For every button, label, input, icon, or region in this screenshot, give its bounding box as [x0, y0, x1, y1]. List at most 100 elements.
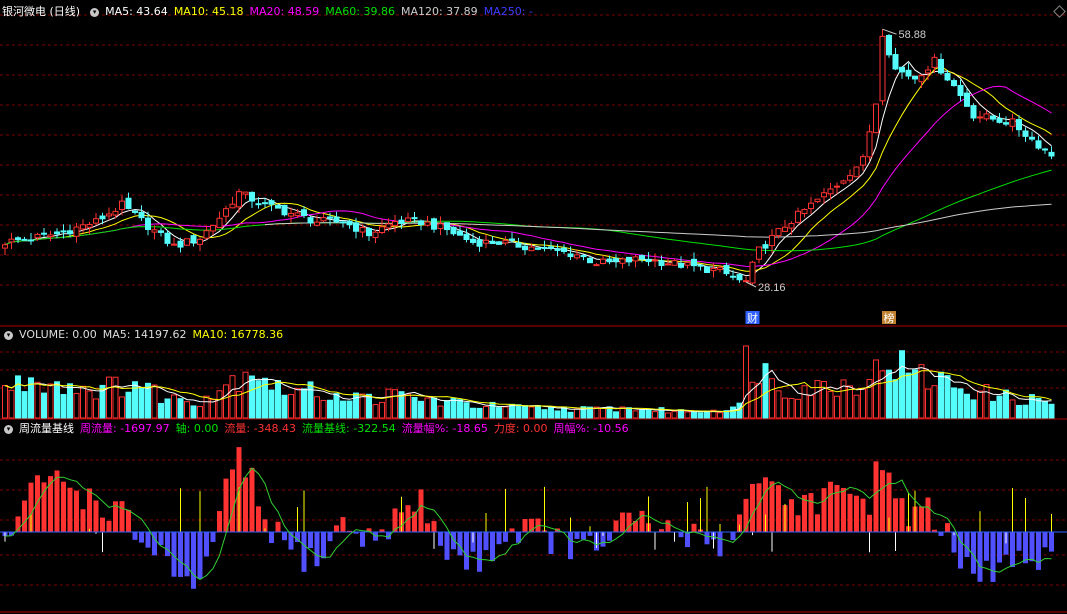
candle-body: [28, 239, 34, 242]
candle-body: [613, 258, 619, 262]
candle-body: [372, 231, 379, 239]
candle-body: [730, 275, 736, 278]
volume-bar: [41, 392, 47, 419]
volume-bar: [496, 407, 502, 419]
candle-body: [171, 243, 177, 246]
flow-bar: [678, 532, 684, 538]
candle-body: [860, 156, 866, 166]
indicator-title[interactable]: 周流量基线: [19, 422, 74, 435]
candle-body: [671, 260, 678, 266]
flow-bar: [490, 532, 495, 562]
flow-bar: [1016, 532, 1022, 551]
flow-bar: [750, 483, 755, 532]
ma20-line: [4, 85, 1052, 268]
candle-body: [645, 258, 652, 263]
flow-bar: [464, 532, 469, 570]
candle-body: [762, 244, 769, 249]
flow-bar: [269, 532, 274, 543]
volume-bar: [372, 404, 379, 419]
volume-bar: [314, 396, 320, 419]
dropdown-icon[interactable]: ▾: [90, 7, 100, 17]
candle-body: [366, 227, 372, 237]
candle-body: [158, 230, 164, 233]
flow-bar: [100, 517, 105, 532]
flow-bar: [522, 519, 528, 532]
candle-body: [840, 180, 847, 184]
flow-bar: [54, 470, 60, 532]
candle-body: [353, 222, 359, 232]
volume-bar: [288, 393, 294, 419]
flow-bar: [139, 532, 144, 543]
flow-bar: [691, 523, 697, 532]
candle-body: [1009, 118, 1016, 127]
volume-bar: [93, 398, 99, 419]
volume-bar: [912, 369, 918, 419]
volume-bar: [431, 397, 437, 419]
flow-bar: [61, 481, 66, 532]
volume-bar: [151, 384, 158, 419]
flow-bar: [795, 515, 801, 532]
flow-bar: [509, 528, 515, 532]
candle-body: [359, 226, 366, 233]
candle-body: [808, 202, 814, 210]
flow-bar: [418, 489, 424, 532]
stock-title[interactable]: 银河微电 (日线): [2, 5, 80, 18]
volume-bar: [1003, 389, 1009, 419]
candle-body: [411, 217, 418, 220]
flow-bar: [191, 532, 196, 589]
chart-canvas[interactable]: 58.88 28.16 财 榜: [0, 0, 1067, 614]
candle-body: [554, 248, 561, 251]
volume-bar: [535, 405, 541, 419]
candle-body: [528, 246, 535, 252]
candle-body: [814, 198, 821, 203]
candle-body: [879, 35, 886, 102]
flow-bar: [425, 523, 430, 532]
volume-bar: [249, 375, 255, 419]
candle-body: [918, 75, 925, 83]
volume-bar: [346, 400, 353, 419]
volume-bar: [502, 406, 509, 419]
volume-bar: [645, 408, 652, 419]
volume-bar: [853, 394, 860, 419]
flow-bar: [997, 532, 1002, 563]
candle-body: [691, 258, 697, 267]
volume-bar: [873, 359, 879, 419]
flow-bar: [275, 521, 281, 532]
flow-bar: [1036, 532, 1041, 570]
volume-bar: [522, 405, 528, 419]
volume-bar: [834, 395, 840, 419]
candle-body: [509, 238, 515, 241]
flow-bar: [756, 483, 762, 532]
price-legend-item: MA10: 45.18: [173, 5, 244, 18]
low-label: 28.16: [758, 282, 786, 294]
volume-bar: [119, 396, 125, 419]
volume-bar: [379, 401, 385, 419]
volume-bar: [730, 406, 736, 419]
volume-bar: [125, 391, 132, 419]
volume-bar: [132, 381, 138, 419]
volume-bar: [333, 393, 340, 419]
volume-bar: [743, 345, 749, 419]
flow-legend: ▾ 周流量基线 周流量: -1697.97 轴: 0.00 流量: -348.43 流量基…: [0, 421, 641, 436]
flow-bar: [873, 461, 879, 532]
dropdown-icon[interactable]: ▾: [4, 330, 13, 340]
volume-bar: [684, 411, 691, 419]
candle-body: [223, 208, 229, 217]
candle-body: [593, 264, 600, 267]
volume-bar: [489, 401, 496, 419]
volume-bar: [60, 394, 67, 419]
candle-body: [788, 222, 795, 229]
candle-body: [853, 166, 860, 178]
flow-bar: [1010, 532, 1015, 568]
candle-body: [899, 66, 905, 73]
volume-bar: [86, 390, 93, 419]
candle-body: [288, 212, 294, 217]
candle-body: [106, 213, 112, 217]
volume-bar: [574, 408, 580, 419]
candle-body: [541, 246, 548, 249]
flow-bar: [704, 532, 710, 545]
dropdown-icon[interactable]: ▾: [4, 424, 13, 434]
candle-body: [60, 230, 67, 233]
volume-bar: [632, 410, 639, 419]
candle-body: [333, 216, 340, 223]
